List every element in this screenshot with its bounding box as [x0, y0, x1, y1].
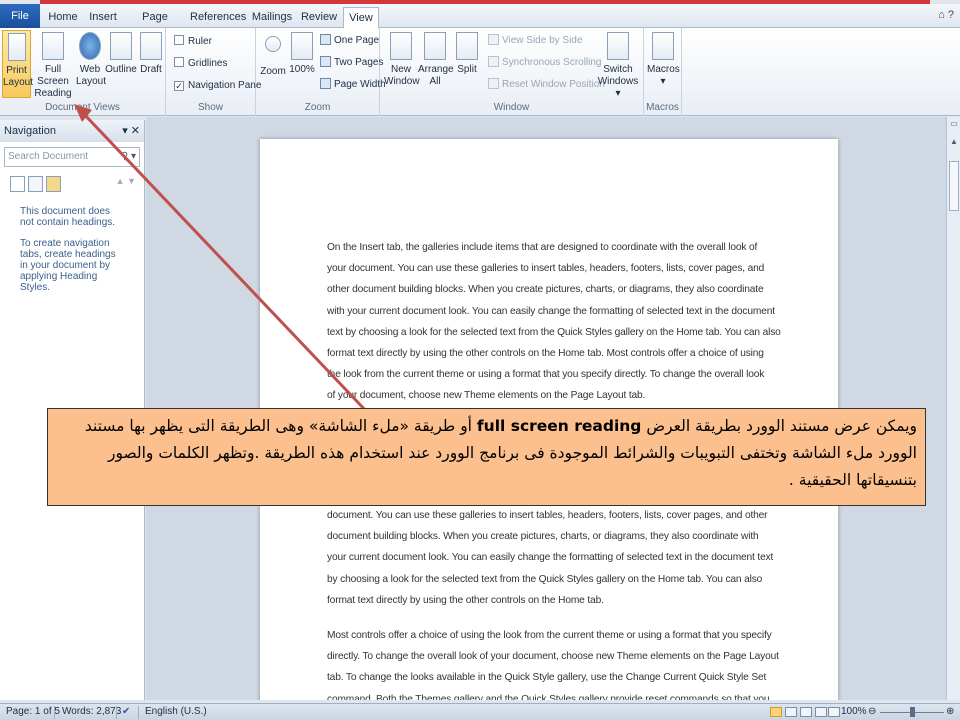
status-divider	[54, 706, 55, 719]
callout-bold-term: full screen reading	[476, 417, 642, 435]
status-bar: Page: 1 of 5 Words: 2,873 ✔ English (U.S…	[0, 703, 960, 720]
word-window: File Home Insert Page Layout References …	[0, 0, 960, 720]
draft-view-icon[interactable]	[828, 707, 840, 717]
zoom-in-icon[interactable]: ⊕	[946, 704, 954, 720]
print-layout-view-icon[interactable]	[770, 707, 782, 717]
web-layout-view-icon[interactable]	[800, 707, 812, 717]
language-indicator[interactable]: English (U.S.)	[145, 704, 207, 720]
proofing-icon[interactable]: ✔	[122, 704, 130, 720]
status-divider	[116, 706, 117, 719]
zoom-slider-thumb[interactable]	[910, 707, 915, 717]
word-count[interactable]: Words: 2,873	[62, 704, 121, 720]
zoom-out-icon[interactable]: ⊖	[868, 704, 876, 720]
arabic-callout-box: ويمكن عرض مستند الوورد بطريقة العرض full…	[47, 408, 926, 506]
status-divider	[138, 706, 139, 719]
arrow-line	[80, 110, 370, 415]
annotation-arrow	[74, 104, 370, 415]
zoom-level[interactable]: 100%	[841, 704, 867, 720]
full-screen-view-icon[interactable]	[785, 707, 797, 717]
outline-view-icon[interactable]	[815, 707, 827, 717]
page-count[interactable]: Page: 1 of 5	[6, 704, 60, 720]
callout-text-prefix: ويمكن عرض مستند الوورد بطريقة العرض	[646, 417, 917, 435]
